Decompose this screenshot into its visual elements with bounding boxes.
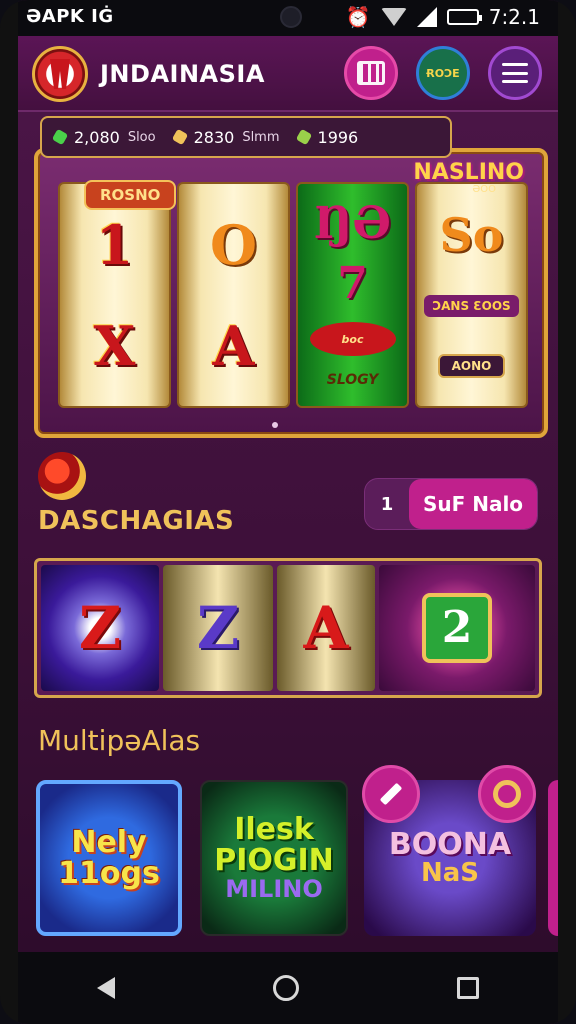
reel-4: So ƆANS ƐOOS AONO <box>415 182 528 408</box>
frame-box: 2 <box>422 593 492 663</box>
status-left-text: ƏAPK ⅠĠ <box>26 6 114 27</box>
app-header: JNDAINASIA ɌOƆE <box>18 36 558 112</box>
app-title: JNDAINASIA <box>100 60 265 88</box>
strip-symbol: 2 <box>441 602 473 653</box>
stat-value: 2,080 <box>74 127 120 147</box>
app-screen: ƏAPK ⅠĠ ⏰ 7:2.1 JNDAINASIA ɌOƆE ROSNO NA… <box>18 0 558 1024</box>
stat-item: 2830 Slmm <box>171 127 280 147</box>
reel-badge: ƆANS ƐOOS <box>424 294 519 317</box>
card-title-line: PIOGIN <box>214 843 334 879</box>
app-logo[interactable] <box>32 46 88 102</box>
strip-tile[interactable]: 2 <box>379 565 535 691</box>
strip-symbol: Z <box>78 594 122 662</box>
gem-icon <box>51 128 69 146</box>
game-card-partial[interactable] <box>548 780 558 936</box>
camera-icon <box>280 6 302 28</box>
reel-2: O A <box>177 182 290 408</box>
gem-icon <box>295 128 312 146</box>
pill-action-button[interactable]: SuF Nalo <box>409 479 537 529</box>
status-right: ⏰ 7:2.1 <box>346 5 540 29</box>
stat-value: 1996 <box>317 127 359 147</box>
stat-label: Sloo <box>127 129 156 145</box>
stat-item: 2,080 Sloo <box>51 127 156 147</box>
strip-symbol: Z <box>196 594 240 662</box>
coin-label: ɌOƆE <box>426 66 460 80</box>
strip-symbol: A <box>303 594 349 662</box>
strip-tile[interactable]: A <box>277 565 375 691</box>
slot-reels: 1 X O A ŊӘ 7 boc SLOGY So ƆANS ƐOOS AONO <box>58 182 528 408</box>
reel-symbol: 1 <box>95 212 134 277</box>
pencil-icon <box>379 782 403 806</box>
reel-caption: SLOGY <box>326 372 379 388</box>
section-title: DASCHAGIAS <box>38 506 235 536</box>
slot-machine-banner[interactable]: ROSNO NASLINO ӘOO 1 X O A ŊӘ 7 boc SLOGY… <box>34 148 548 438</box>
lips-symbol: boc <box>309 322 396 356</box>
card-title-line: MILINO <box>225 874 323 903</box>
featured-strip[interactable]: Z Z A 2 <box>34 558 542 698</box>
phone-frame: ƏAPK ⅠĠ ⏰ 7:2.1 JNDAINASIA ɌOƆE ROSNO NA… <box>0 0 576 1024</box>
alarm-icon: ⏰ <box>345 5 371 29</box>
gift-button[interactable] <box>344 46 398 100</box>
slot-tag: ROSNO <box>84 180 177 210</box>
slot-spin-button[interactable]: AONO <box>437 353 506 378</box>
stat-value: 2830 <box>193 127 235 147</box>
card-title-line: 11ogs <box>58 856 160 891</box>
coin-button[interactable]: ɌOƆE <box>416 46 470 100</box>
reel-3: ŊӘ 7 boc SLOGY <box>296 182 409 408</box>
section-title: MultipəAlas <box>38 724 201 757</box>
slot-title: NASLINO <box>413 160 524 185</box>
reel-symbol: A <box>212 313 255 378</box>
coin-ring-icon <box>493 780 521 808</box>
recent-apps-icon[interactable] <box>457 977 479 999</box>
coin-ring-button[interactable] <box>478 765 536 823</box>
reel-symbol: 7 <box>337 258 368 309</box>
logo-mark-icon <box>50 59 70 89</box>
reel-symbol: ŊӘ <box>314 198 391 249</box>
stat-item: 1996 <box>295 127 359 147</box>
pill-control[interactable]: 1 SuF Nalo <box>364 478 538 530</box>
reel-symbol: O <box>209 212 258 277</box>
gift-icon <box>357 61 385 85</box>
pill-number: 1 <box>380 493 394 515</box>
reel-1: 1 X <box>58 182 171 408</box>
strip-tile[interactable]: Z <box>41 565 159 691</box>
wifi-icon <box>380 8 407 26</box>
carousel-dots[interactable] <box>272 422 278 428</box>
game-card[interactable]: Nely 11ogs <box>36 780 182 936</box>
card-title-line: BOONA <box>388 826 512 862</box>
back-icon[interactable] <box>97 977 115 999</box>
card-title-line: Nely <box>71 824 147 860</box>
gem-icon <box>171 128 188 146</box>
hamburger-menu-icon <box>502 63 528 83</box>
menu-button[interactable] <box>488 46 542 100</box>
card-title-line: NaS <box>420 858 479 889</box>
home-icon[interactable] <box>273 975 299 1001</box>
stat-label: Slmm <box>242 129 280 145</box>
main-content: ROSNO NASLINO ӘOO 1 X O A ŊӘ 7 boc SLOGY… <box>18 112 558 952</box>
game-card[interactable]: Ilesk PIOGIN MILINO <box>200 780 348 936</box>
stats-bar: 2,080 Sloo 2830 Slmm 1996 <box>40 116 452 158</box>
section-badge-icon <box>38 452 86 500</box>
strip-tile[interactable]: Z <box>163 565 273 691</box>
reel-symbol: X <box>93 313 136 378</box>
battery-icon <box>446 9 482 25</box>
card-title-line: Ilesk <box>234 811 314 847</box>
status-time: 7:2.1 <box>488 5 540 29</box>
signal-icon <box>416 7 437 27</box>
slot-subtitle: ӘOO <box>472 184 496 195</box>
edit-button[interactable] <box>362 765 420 823</box>
reel-symbol: So <box>439 208 504 263</box>
status-bar: ƏAPK ⅠĠ ⏰ 7:2.1 <box>18 0 558 36</box>
navigation-bar <box>18 952 558 1024</box>
